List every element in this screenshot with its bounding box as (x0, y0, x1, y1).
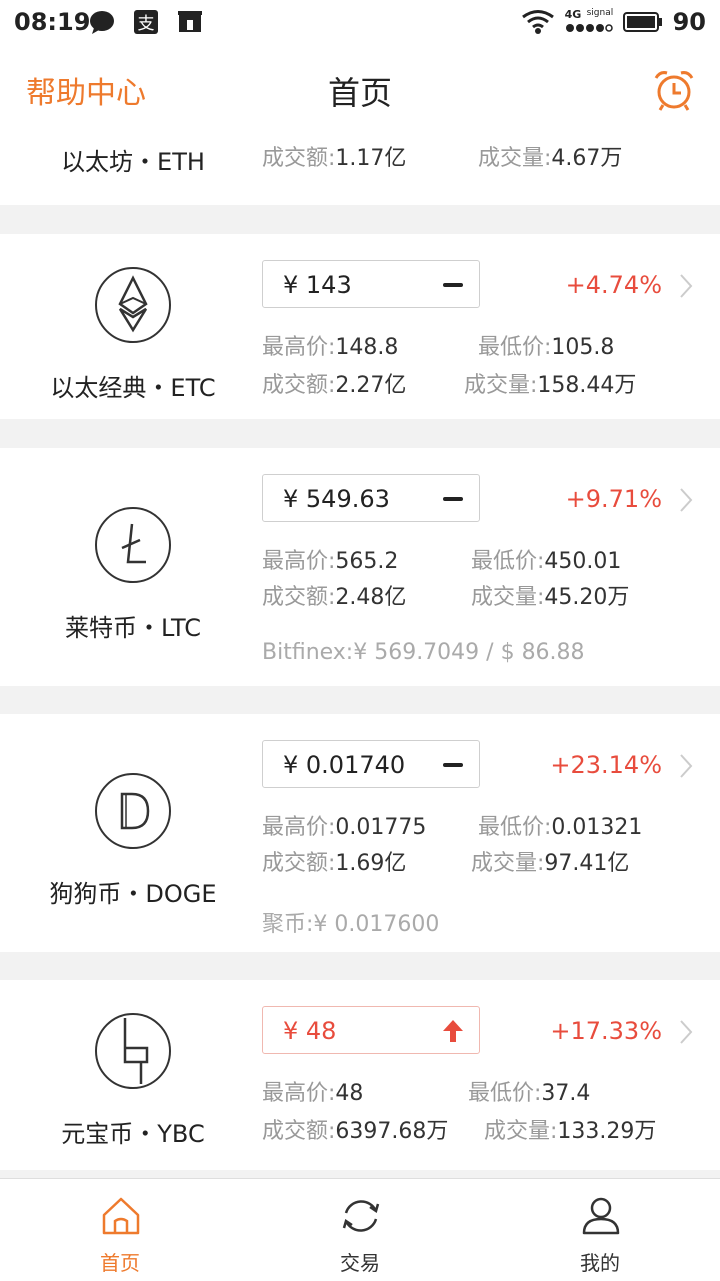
stat-item: 成交额:6397.68万 (262, 1119, 449, 1144)
alarm-clock-icon[interactable] (652, 68, 696, 112)
coin-card-doge[interactable]: 狗狗币・DOGE ¥ 0.01740 +23.14% 最高价:0.01775 最… (0, 714, 720, 952)
doge-logo-icon (95, 773, 171, 849)
exchange-source-price: Bitfinex:¥ 569.7049 / $ 86.88 (262, 640, 585, 665)
stat-item: 最低价:37.4 (468, 1081, 591, 1106)
flat-trend-icon (443, 497, 463, 501)
price-value: ¥ 48 (283, 1017, 337, 1045)
nav-label: 首页 (100, 1251, 140, 1275)
battery-level: 90 (672, 8, 706, 36)
chevron-right-icon[interactable] (678, 752, 694, 780)
nav-label: 我的 (580, 1251, 620, 1275)
price-display[interactable]: ¥ 143 (262, 260, 480, 308)
coin-card-etc[interactable]: 以太经典・ETC ¥ 143 +4.74% 最高价:148.8 最低价:105.… (0, 234, 720, 419)
stat-item: 最高价:48 (262, 1081, 364, 1106)
coin-name: 莱特币・LTC (64, 614, 202, 642)
bottom-nav: 首页 交易 我的 (0, 1178, 720, 1281)
chat-icon (90, 11, 114, 34)
exchange-source-price: 聚币:¥ 0.017600 (262, 912, 440, 937)
stat-item: 最低价:450.01 (471, 549, 622, 574)
signal-indicator: 4G signal (565, 8, 613, 36)
stat-item: 最高价:148.8 (262, 335, 399, 360)
battery-icon (622, 12, 662, 32)
change-percent: +9.71% (565, 485, 662, 513)
change-percent: +23.14% (550, 751, 662, 779)
price-value: ¥ 0.01740 (283, 751, 406, 779)
coin-name: 以太坊・ETH (61, 148, 205, 176)
stat-item: 成交额:1.17亿 (262, 146, 407, 171)
stat-item: 成交量:97.41亿 (471, 851, 630, 876)
stat-item: 最低价:0.01321 (478, 815, 643, 840)
stat-item: 成交额:1.69亿 (262, 851, 407, 876)
price-display[interactable]: ¥ 48 (262, 1006, 480, 1054)
calendar-icon (178, 11, 202, 32)
app-header: 帮助中心 首页 (0, 46, 720, 133)
svg-text:支: 支 (138, 14, 155, 34)
stat-item: 成交量:158.44万 (464, 373, 637, 398)
ybc-logo-icon (95, 1013, 171, 1089)
chevron-right-icon[interactable] (678, 486, 694, 514)
coin-name: 狗狗币・DOGE (49, 880, 217, 908)
price-display[interactable]: ¥ 549.63 (262, 474, 480, 522)
user-icon (582, 1197, 620, 1235)
chevron-right-icon[interactable] (678, 272, 694, 300)
change-percent: +4.74% (565, 271, 662, 299)
coin-card-ybc[interactable]: 元宝币・YBC ¥ 48 +17.33% 最高价:48 最低价:37.4 成交额… (0, 980, 720, 1170)
flat-trend-icon (443, 763, 463, 767)
signal-label: signal (586, 8, 614, 18)
etc-logo-icon (95, 267, 171, 343)
wifi-icon (521, 10, 554, 34)
nav-home[interactable]: 首页 (0, 1179, 240, 1281)
nav-label: 交易 (340, 1251, 380, 1275)
stat-item: 最低价:105.8 (478, 335, 615, 360)
price-value: ¥ 549.63 (283, 485, 390, 513)
signal-dots-icon (565, 24, 613, 32)
alipay-icon: 支 (134, 10, 158, 34)
home-icon (102, 1197, 140, 1235)
coin-list[interactable]: 以太坊・ETH 成交额:1.17亿 成交量:4.67万 以太经典・ETC ¥ 1… (0, 132, 720, 1177)
stat-item: 成交额:2.48亿 (262, 585, 407, 610)
network-type: 4G (564, 8, 582, 21)
stat-item: 最高价:0.01775 (262, 815, 427, 840)
chevron-right-icon[interactable] (678, 1018, 694, 1046)
price-value: ¥ 143 (283, 271, 352, 299)
coin-card-eth[interactable]: 以太坊・ETH 成交额:1.17亿 成交量:4.67万 (0, 132, 720, 205)
status-bar: 08:19 支 4G signal 90 (0, 0, 720, 46)
stat-item: 最高价:565.2 (262, 549, 399, 574)
exchange-icon (342, 1200, 380, 1232)
change-percent: +17.33% (550, 1017, 662, 1045)
notification-icons: 支 (88, 8, 204, 36)
nav-trade[interactable]: 交易 (240, 1179, 480, 1281)
stat-item: 成交量:45.20万 (471, 585, 630, 610)
stat-item: 成交量:133.29万 (484, 1119, 657, 1144)
ltc-logo-icon (95, 507, 171, 583)
stat-item: 成交量:4.67万 (478, 146, 623, 171)
status-right: 4G signal 90 (521, 8, 706, 36)
coin-name: 以太经典・ETC (50, 374, 216, 402)
coin-name: 元宝币・YBC (61, 1120, 205, 1148)
page-title: 首页 (327, 74, 392, 112)
arrow-up-icon (443, 1020, 463, 1042)
nav-profile[interactable]: 我的 (480, 1179, 720, 1281)
status-time: 08:19 (14, 8, 91, 36)
stat-item: 成交额:2.27亿 (262, 373, 407, 398)
price-display[interactable]: ¥ 0.01740 (262, 740, 480, 788)
coin-card-ltc[interactable]: 莱特币・LTC ¥ 549.63 +9.71% 最高价:565.2 最低价:45… (0, 448, 720, 686)
flat-trend-icon (443, 283, 463, 287)
